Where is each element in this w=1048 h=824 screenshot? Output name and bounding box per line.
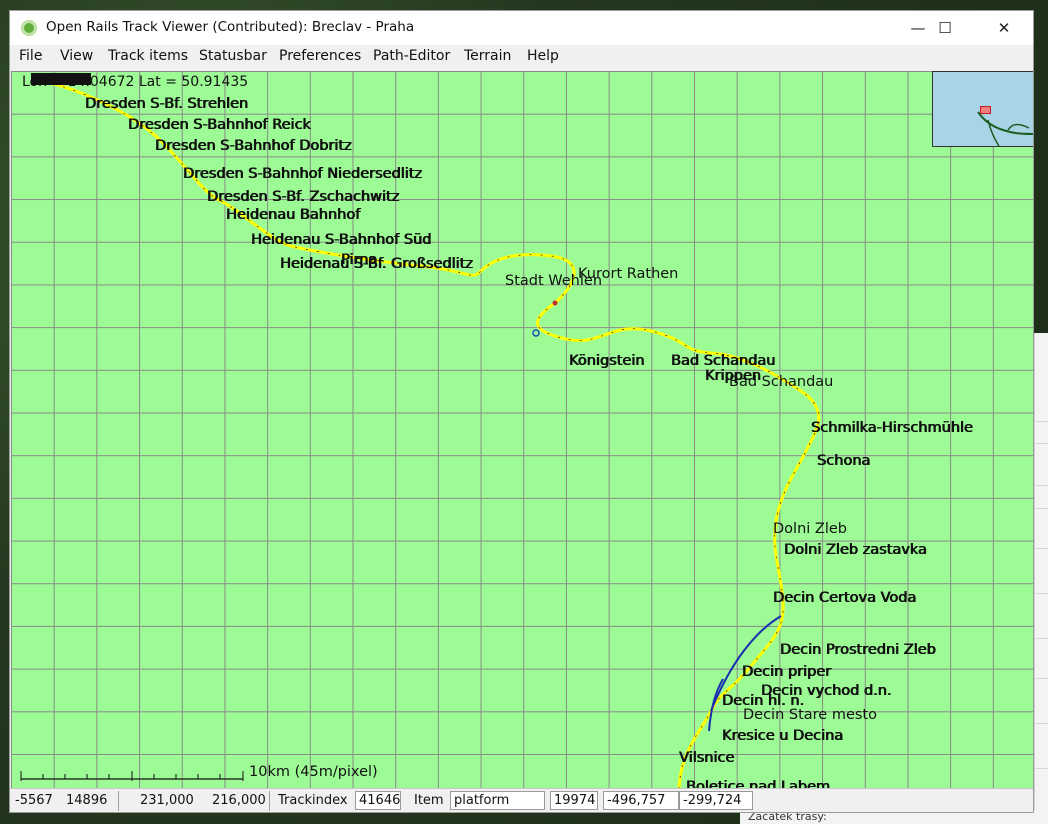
- app-icon: [21, 20, 37, 36]
- status-coord1: -496,757: [603, 791, 679, 810]
- menu-help[interactable]: Help: [527, 48, 559, 64]
- menu-terrain[interactable]: Terrain: [464, 48, 511, 64]
- menu-track-items[interactable]: Track items: [108, 48, 188, 64]
- menu-file[interactable]: File: [19, 48, 42, 64]
- minimap-viewport-marker[interactable]: [980, 106, 991, 114]
- background-window[interactable]: [1034, 333, 1048, 824]
- status-trackindex-value: 41646: [355, 791, 401, 810]
- track-line: [30, 77, 821, 788]
- station-label: Decin Certova Voda: [773, 590, 917, 606]
- scale-label: 10km (45m/pixel): [249, 764, 378, 780]
- station-label: Dresden S-Bahnhof Niedersedlitz: [183, 166, 423, 182]
- station-label: Dresden S-Bf. Strehlen: [85, 96, 249, 112]
- track-viewer-window[interactable]: Open Rails Track Viewer (Contributed): B…: [9, 10, 1034, 813]
- station-label: Decin Prostredni Zleb: [780, 642, 936, 658]
- menu-path-editor[interactable]: Path-Editor: [373, 48, 450, 64]
- overview-minimap[interactable]: [932, 71, 1033, 147]
- station-label: Bad Schandau: [671, 353, 776, 369]
- station-label: Bad Schandau: [729, 374, 834, 390]
- station-label: Königstein: [569, 353, 645, 369]
- menu-statusbar[interactable]: Statusbar: [199, 48, 267, 64]
- track-node: [552, 300, 558, 306]
- station-label: Schmilka-Hirschmühle: [811, 420, 973, 436]
- status-item-value: platform: [450, 791, 545, 810]
- track-node: [532, 329, 540, 337]
- station-label: Decin priper: [742, 664, 832, 680]
- station-label: Dresden S-Bahnhof Reick: [128, 117, 311, 133]
- close-button[interactable]: ✕: [979, 11, 1029, 45]
- menu-bar: File View Track items Statusbar Preferen…: [10, 45, 1033, 69]
- station-label: Vilsnice: [679, 750, 735, 766]
- station-label: Dolni Zleb: [773, 521, 847, 537]
- track-map-canvas[interactable]: Lon = 14.04672 Lat = 50.91435 Dresden S-…: [11, 71, 1033, 788]
- station-label: Boletice nad Labem: [686, 779, 831, 788]
- station-label: Decin Stare mesto: [743, 707, 877, 723]
- status-z: 216,000: [212, 793, 266, 808]
- station-label: Kresice u Decina: [722, 728, 844, 744]
- menu-preferences[interactable]: Preferences: [279, 48, 361, 64]
- station-label: Heidenau S-Bahnhof Süd: [251, 232, 432, 248]
- station-label: Kurort Rathen: [578, 266, 679, 282]
- station-label: Dolni Zleb zastavka: [784, 542, 927, 558]
- window-title: Open Rails Track Viewer (Contributed): B…: [46, 19, 415, 35]
- station-label: Dresden S-Bahnhof Dobritz: [155, 138, 352, 154]
- status-coord2: -299,724: [679, 791, 753, 810]
- status-tile-z: 14896: [66, 793, 108, 808]
- status-trackindex-label: Trackindex: [278, 793, 348, 808]
- status-x: 231,000: [140, 793, 194, 808]
- status-item-label: Item: [414, 793, 444, 808]
- station-label: Pirna: [341, 252, 378, 268]
- station-label: Schona: [817, 453, 871, 469]
- maximize-button[interactable]: ☐: [920, 11, 970, 45]
- title-bar[interactable]: Open Rails Track Viewer (Contributed): B…: [10, 11, 1033, 45]
- station-label: Heidenau Bahnhof: [226, 207, 361, 223]
- status-index: 19974: [550, 791, 598, 810]
- station-label: Dresden S-Bf. Zschachwitz: [207, 189, 400, 205]
- status-bar: -5567 14896 231,000 216,000 Trackindex 4…: [10, 788, 1033, 812]
- coordinate-readout: Lon = 14.04672 Lat = 50.91435: [22, 74, 249, 90]
- status-tile-x: -5567: [15, 793, 53, 808]
- menu-view[interactable]: View: [60, 48, 93, 64]
- track-line-dark: [30, 78, 819, 788]
